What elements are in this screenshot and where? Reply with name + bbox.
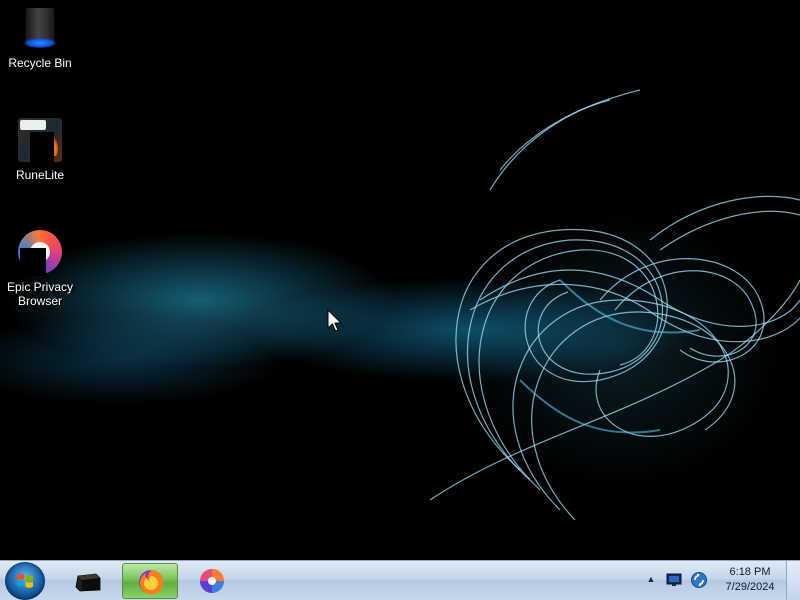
- wallpaper-swirl: [429, 89, 800, 521]
- taskbar: ▲ 6:18 PM 7/29/2024: [0, 560, 800, 600]
- taskbar-button-terminal[interactable]: [60, 563, 116, 599]
- desktop-icon-epic-browser[interactable]: Epic Privacy Browser: [2, 228, 78, 308]
- taskbar-clock[interactable]: 6:18 PM 7/29/2024: [716, 565, 784, 595]
- desktop-icon-label: Epic Privacy Browser: [6, 280, 74, 308]
- taskbar-button-epic-browser[interactable]: [184, 563, 240, 599]
- epic-browser-icon: [16, 228, 64, 276]
- recycle-bin-icon: [16, 4, 64, 52]
- action-center-icon[interactable]: [666, 573, 682, 587]
- epic-browser-icon: [200, 569, 224, 593]
- show-hidden-icons-icon[interactable]: ▲: [646, 574, 656, 586]
- desktop-wallpaper: [0, 0, 800, 560]
- firefox-icon: [139, 570, 164, 595]
- start-button[interactable]: [5, 562, 45, 600]
- desktop-icon-recycle-bin[interactable]: Recycle Bin: [2, 4, 78, 70]
- windows-start-icon: [17, 573, 33, 588]
- show-desktop-button[interactable]: [786, 561, 800, 600]
- mouse-cursor-icon: [327, 309, 343, 332]
- taskbar-button-firefox[interactable]: [122, 563, 178, 599]
- terminal-icon: [75, 573, 101, 592]
- desktop-icon-label: RuneLite: [15, 168, 65, 182]
- network-icon[interactable]: [690, 571, 708, 589]
- runelite-icon: [16, 116, 64, 164]
- clock-date: 7/29/2024: [725, 581, 775, 593]
- clock-time: 6:18 PM: [729, 566, 771, 578]
- desktop-icon-runelite[interactable]: RuneLite: [2, 116, 78, 182]
- desktop-icon-label: Recycle Bin: [8, 56, 72, 70]
